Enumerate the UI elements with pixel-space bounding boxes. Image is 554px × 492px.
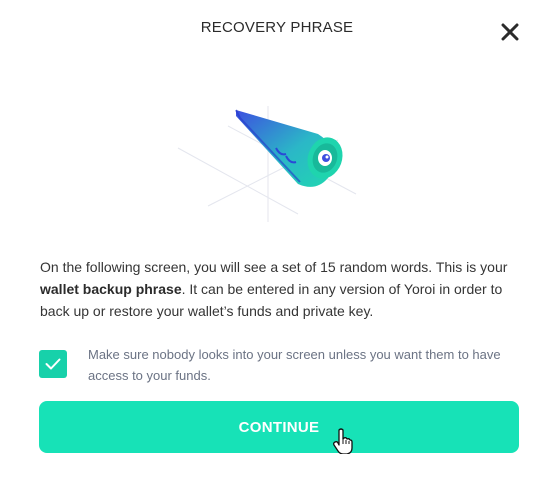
acknowledge-label[interactable]: Make sure nobody looks into your screen …: [88, 344, 518, 386]
recovery-phrase-dialog: RECOVERY PHRASE On the following screen,…: [0, 0, 554, 492]
continue-button[interactable]: CONTINUE: [39, 401, 519, 453]
acknowledge-checkbox[interactable]: [39, 350, 67, 378]
close-icon[interactable]: [500, 22, 520, 42]
instructions-text-part1: On the following screen, you will see a …: [40, 259, 508, 275]
dialog-title: RECOVERY PHRASE: [200, 19, 354, 36]
recovery-phrase-illustration: [168, 96, 364, 226]
checkmark-icon: [45, 358, 61, 370]
instructions-text-bold: wallet backup phrase: [40, 281, 182, 297]
hand-cursor-icon: [333, 428, 353, 455]
instructions-paragraph: On the following screen, you will see a …: [40, 256, 524, 322]
